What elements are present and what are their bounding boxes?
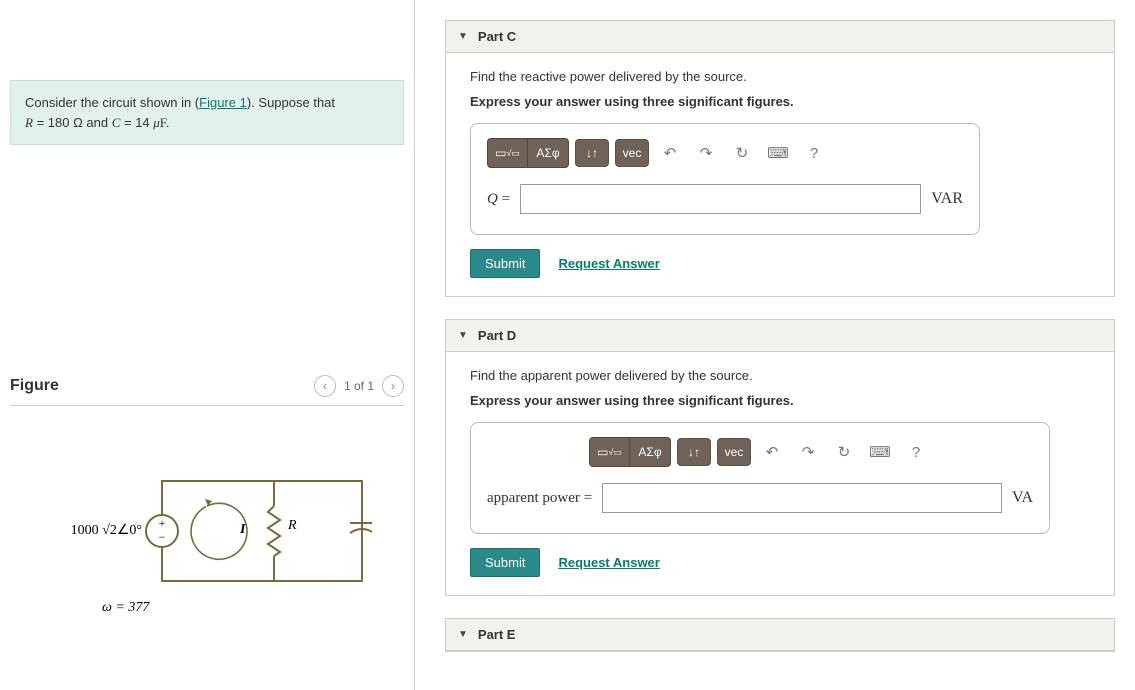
circuit-figure: + − 1000 √2∠0° ω = <box>10 451 404 626</box>
r-variable: R <box>25 115 33 130</box>
part-d-prompt: Find the apparent power delivered by the… <box>470 368 1090 383</box>
chevron-down-icon: ▼ <box>458 330 468 341</box>
chevron-down-icon: ▼ <box>458 31 468 42</box>
circuit-svg: + − 1000 √2∠0° ω = <box>42 451 372 626</box>
left-column: Consider the circuit shown in (Figure 1)… <box>0 0 415 690</box>
plus-sign: + <box>159 516 166 530</box>
part-c-unit: VAR <box>931 190 963 208</box>
part-c-submit-button[interactable]: Submit <box>470 249 540 278</box>
vector-button[interactable]: vec <box>615 139 649 167</box>
problem-text: ). Suppose that <box>247 95 335 110</box>
r-value: = 180 Ω and <box>33 115 112 130</box>
problem-text: Consider the circuit shown in ( <box>25 95 199 110</box>
part-c-title: Part C <box>478 29 516 44</box>
q-variable: Q <box>487 191 498 207</box>
part-e: ▼ Part E <box>445 618 1115 652</box>
problem-statement: Consider the circuit shown in (Figure 1)… <box>10 80 404 145</box>
next-figure-button[interactable]: › <box>382 375 404 397</box>
part-d-hint: Express your answer using three signific… <box>470 393 1090 408</box>
figure-link[interactable]: Figure 1 <box>199 95 247 110</box>
greek-button[interactable]: ΑΣφ <box>630 438 670 466</box>
figure-title: Figure <box>10 377 59 395</box>
c-unit: F. <box>160 115 169 130</box>
prev-figure-button[interactable]: ‹ <box>314 375 336 397</box>
figure-counter: 1 of 1 <box>344 379 374 393</box>
figure-header: Figure ‹ 1 of 1 › <box>10 375 404 406</box>
right-column: ▼ Part C Find the reactive power deliver… <box>415 0 1135 690</box>
keyboard-button[interactable]: ⌨ <box>763 139 793 167</box>
chevron-down-icon: ▼ <box>458 629 468 640</box>
i-label: I <box>239 522 246 537</box>
equation-toolbar: ▭√▭ ΑΣφ ↓↑ vec ↶ ↷ ↻ ⌨ ? <box>589 437 931 467</box>
part-d-answer-box: ▭√▭ ΑΣφ ↓↑ vec ↶ ↷ ↻ ⌨ ? apparent power … <box>470 422 1050 534</box>
minus-sign: − <box>159 530 166 544</box>
source-label: 1000 √2∠0° <box>71 523 142 538</box>
redo-button[interactable]: ↷ <box>793 438 823 466</box>
help-button[interactable]: ? <box>799 139 829 167</box>
part-e-title: Part E <box>478 627 516 642</box>
help-button[interactable]: ? <box>901 438 931 466</box>
r-label: R <box>287 518 297 533</box>
part-d-unit: VA <box>1012 489 1033 507</box>
undo-button[interactable]: ↶ <box>757 438 787 466</box>
undo-button[interactable]: ↶ <box>655 139 685 167</box>
part-c: ▼ Part C Find the reactive power deliver… <box>445 20 1115 297</box>
figure-section: Figure ‹ 1 of 1 › <box>10 375 404 626</box>
part-c-request-answer[interactable]: Request Answer <box>558 256 659 271</box>
vector-button[interactable]: vec <box>717 438 751 466</box>
greek-button[interactable]: ΑΣφ <box>528 139 568 167</box>
part-c-header[interactable]: ▼ Part C <box>446 21 1114 53</box>
part-d: ▼ Part D Find the apparent power deliver… <box>445 319 1115 596</box>
equals: = <box>498 191 510 207</box>
part-d-submit-button[interactable]: Submit <box>470 548 540 577</box>
template-button[interactable]: ▭√▭ <box>590 438 630 466</box>
redo-button[interactable]: ↷ <box>691 139 721 167</box>
part-d-header[interactable]: ▼ Part D <box>446 320 1114 352</box>
keyboard-button[interactable]: ⌨ <box>865 438 895 466</box>
figure-nav: ‹ 1 of 1 › <box>314 375 404 397</box>
part-c-answer-box: ▭√▭ ΑΣφ ↓↑ vec ↶ ↷ ↻ ⌨ ? Q = <box>470 123 980 235</box>
part-d-request-answer[interactable]: Request Answer <box>558 555 659 570</box>
equation-toolbar: ▭√▭ ΑΣφ ↓↑ vec ↶ ↷ ↻ ⌨ ? <box>487 138 963 168</box>
template-button[interactable]: ▭√▭ <box>488 139 528 167</box>
part-c-hint: Express your answer using three signific… <box>470 94 1090 109</box>
c-value: = 14 <box>120 115 153 130</box>
omega-label: ω = 377 <box>102 600 150 615</box>
part-d-title: Part D <box>478 328 516 343</box>
apparent-power-label: apparent power = <box>487 490 592 507</box>
subscript-button[interactable]: ↓↑ <box>575 139 609 167</box>
part-c-input[interactable] <box>520 184 921 214</box>
part-c-prompt: Find the reactive power delivered by the… <box>470 69 1090 84</box>
subscript-button[interactable]: ↓↑ <box>677 438 711 466</box>
part-e-header[interactable]: ▼ Part E <box>446 619 1114 651</box>
part-d-input[interactable] <box>602 483 1002 513</box>
reset-button[interactable]: ↻ <box>829 438 859 466</box>
reset-button[interactable]: ↻ <box>727 139 757 167</box>
